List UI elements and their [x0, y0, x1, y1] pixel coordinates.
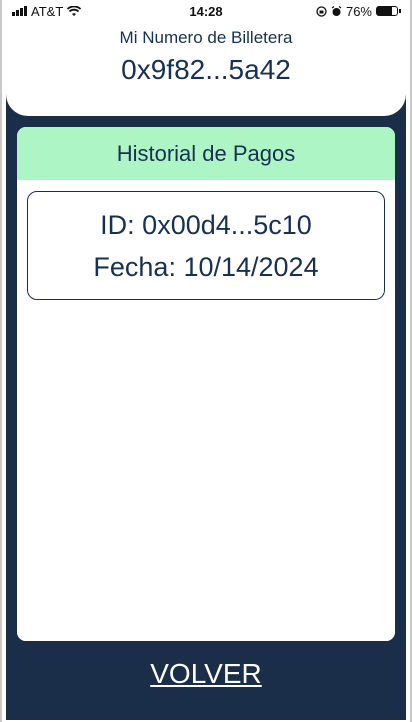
history-list: ID: 0x00d4...5c10 Fecha: 10/14/2024 — [17, 180, 395, 641]
battery-level — [377, 7, 393, 15]
payment-history-panel: Historial de Pagos ID: 0x00d4...5c10 Fec… — [16, 126, 396, 642]
wallet-header: Mi Numero de Billetera 0x9f82...5a42 — [6, 22, 406, 116]
wallet-label: Mi Numero de Billetera — [119, 28, 293, 47]
battery-percent: 76% — [345, 3, 372, 19]
history-title: Historial de Pagos — [17, 127, 395, 180]
status-right: 76% — [316, 3, 401, 19]
payment-date: Fecha: 10/14/2024 — [93, 251, 319, 282]
wallet-number: 0x9f82...5a42 — [121, 54, 291, 85]
alarm-icon — [331, 5, 342, 16]
screen-lock-icon — [316, 5, 327, 17]
app-screen: AT&T 14:28 76% Historial de Pagos ID: 0x… — [0, 0, 412, 722]
payment-id: ID: 0x00d4...5c10 — [100, 209, 312, 240]
main-area: Historial de Pagos ID: 0x00d4...5c10 Fec… — [6, 90, 406, 720]
back-button[interactable]: VOLVER — [6, 658, 406, 690]
battery-icon — [376, 6, 401, 16]
status-bar: AT&T 14:28 76% — [2, 0, 410, 22]
payment-card[interactable]: ID: 0x00d4...5c10 Fecha: 10/14/2024 — [27, 191, 385, 300]
